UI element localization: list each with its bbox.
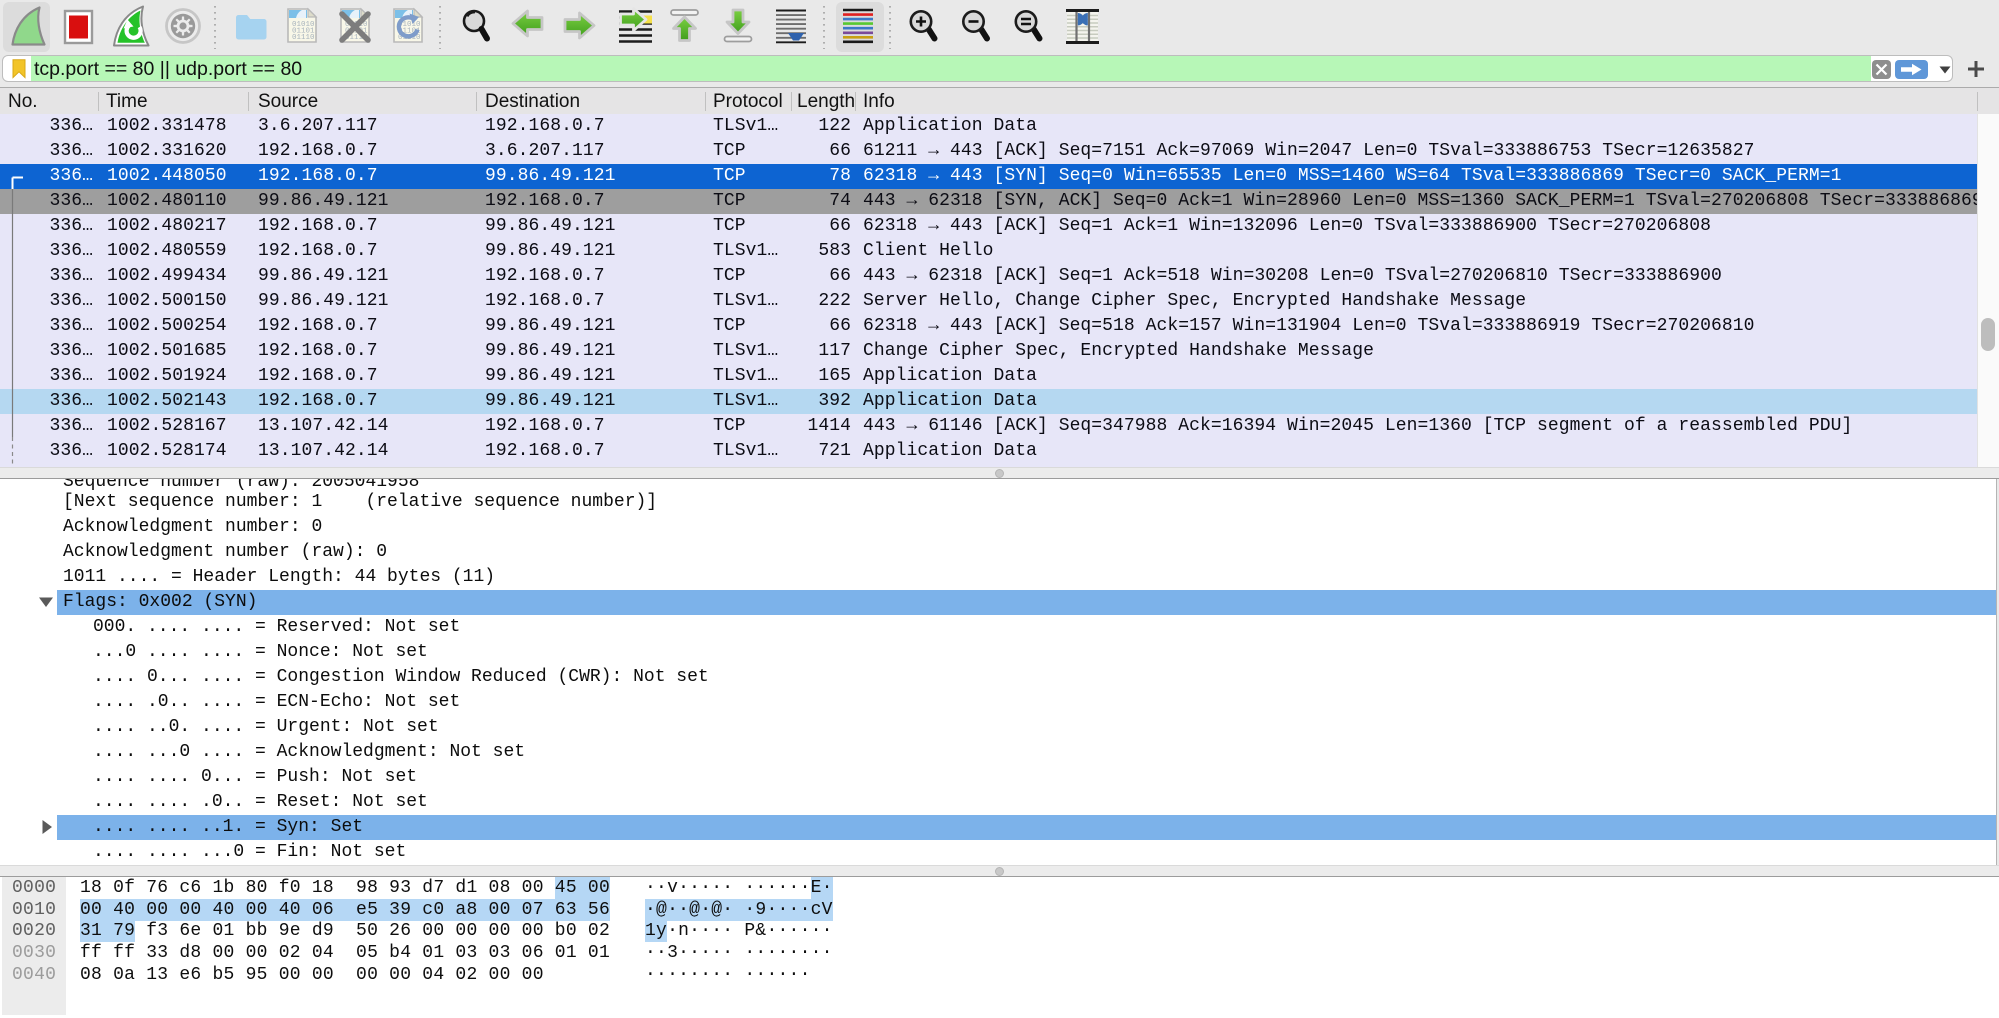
svg-text:01110: 01110 — [292, 34, 315, 42]
